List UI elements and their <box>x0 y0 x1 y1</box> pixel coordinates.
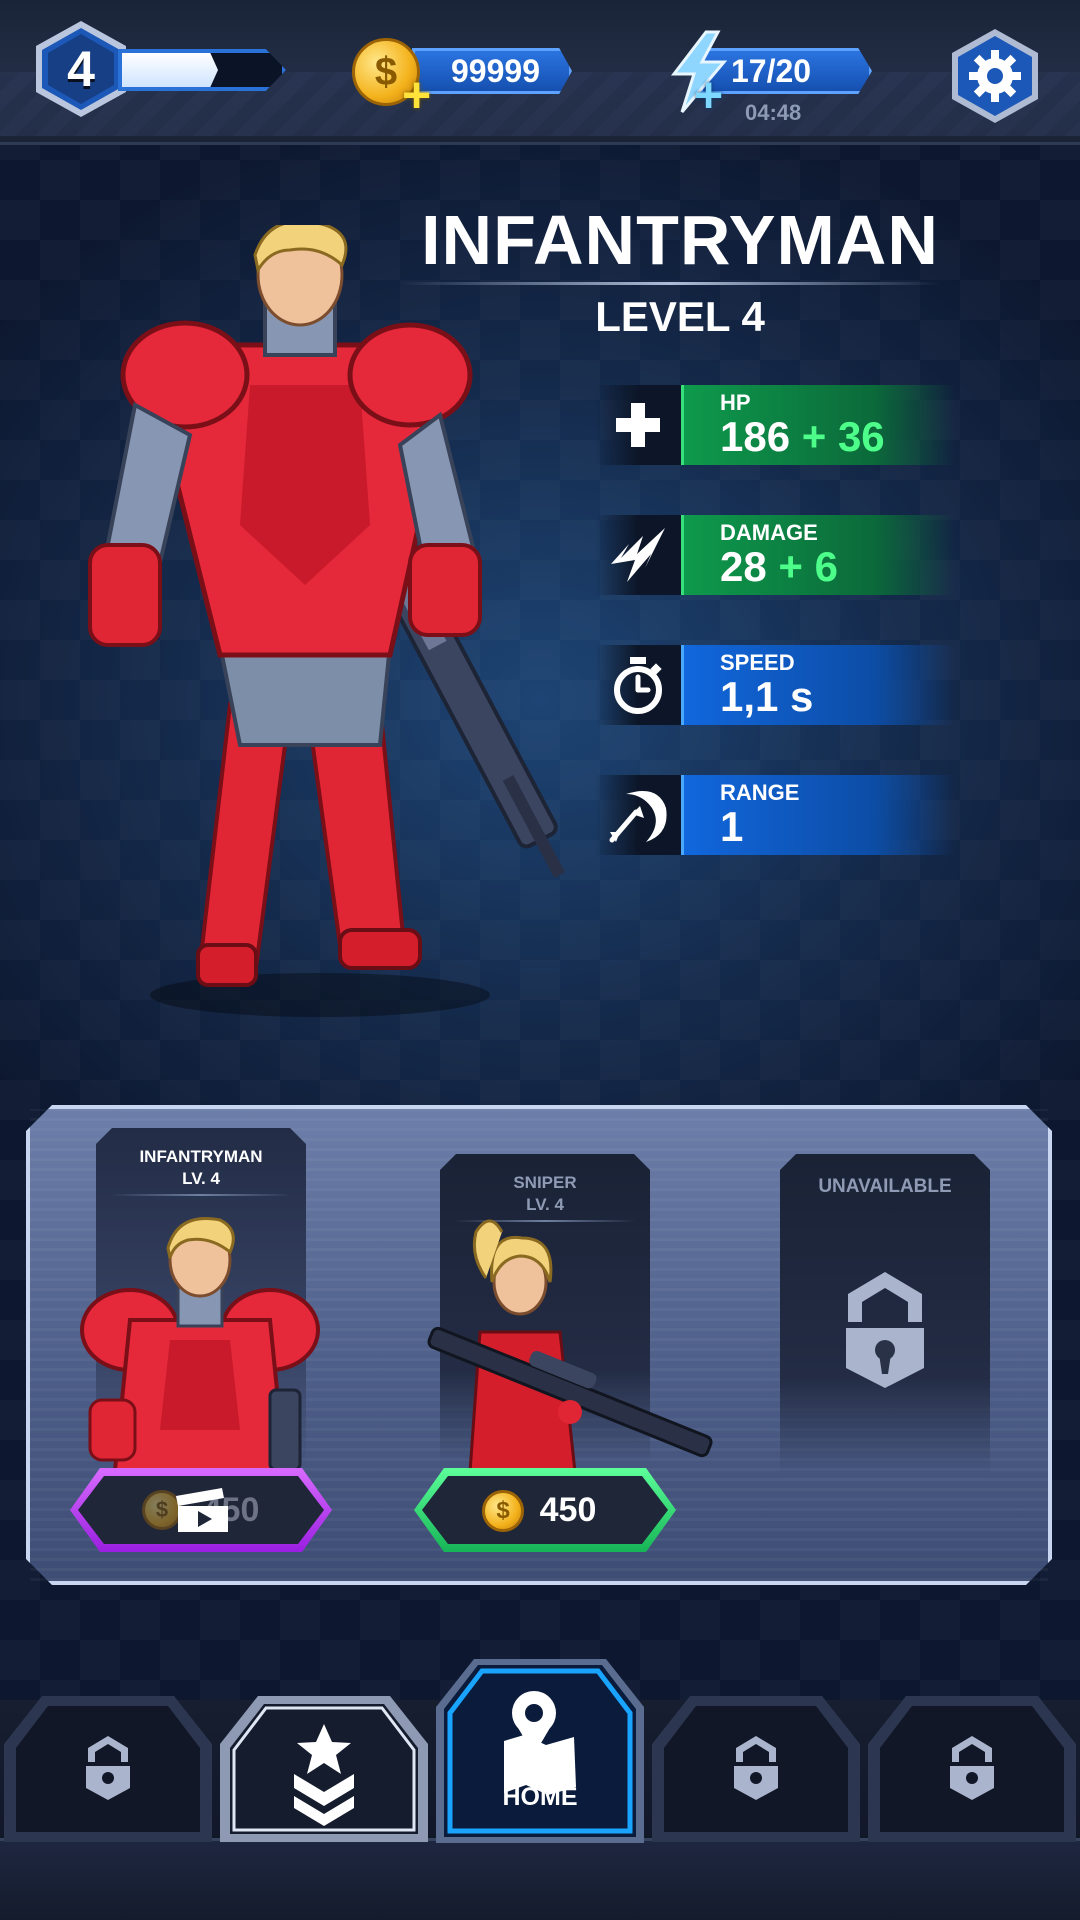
energy-timer: 04:48 <box>745 100 802 125</box>
card-sniper-name: SNIPER <box>513 1173 577 1192</box>
video-clapper-icon <box>176 1488 228 1532</box>
hero-level: LEVEL 4 <box>595 293 765 340</box>
nav-tab-locked-1[interactable] <box>2 1692 214 1844</box>
energy-amount: 17/20 <box>731 52 812 89</box>
buy-button[interactable]: 450 <box>414 1468 676 1552</box>
stat-speed-label: SPEED <box>720 650 795 675</box>
stat-damage-value: 28 <box>720 543 767 590</box>
stat-hp-bonus: + 36 <box>801 413 885 460</box>
coin-counter[interactable]: 99999 <box>412 48 572 94</box>
stat-speed: SPEED 1,1 s <box>595 645 955 725</box>
coin-amount: 99999 <box>451 52 540 89</box>
infantryman-portrait <box>80 1217 320 1470</box>
plus-icon <box>616 403 660 447</box>
hero-name: INFANTRYMAN <box>421 201 939 279</box>
nav-tab-locked-3[interactable] <box>866 1692 1078 1844</box>
range-icon <box>609 791 667 843</box>
stat-damage-bonus: + 6 <box>778 543 838 590</box>
stat-range-label: RANGE <box>720 780 800 805</box>
nav-tab-locked-2[interactable] <box>650 1692 862 1844</box>
stat-hp-value: 186 <box>720 413 791 460</box>
hero-name-divider <box>400 282 940 285</box>
card-infantryman-name: INFANTRYMAN <box>139 1147 263 1166</box>
xp-progress-fill <box>122 53 218 87</box>
card-infantryman-level: LV. 4 <box>182 1169 220 1188</box>
stat-damage-label: DAMAGE <box>720 520 818 545</box>
lock-icon <box>846 1272 924 1388</box>
buy-price: 450 <box>539 1490 597 1529</box>
settings-button[interactable] <box>945 26 1045 126</box>
stopwatch-icon <box>614 657 662 714</box>
stat-hp-label: HP <box>720 390 751 415</box>
infantryman-character-art <box>88 225 566 1017</box>
stat-damage: DAMAGE 28 + 6 <box>595 515 955 595</box>
add-energy-icon[interactable]: + <box>694 70 723 120</box>
sniper-portrait <box>427 1219 713 1472</box>
stat-speed-value: 1,1 s <box>720 673 814 720</box>
stat-hp: HP 186 + 36 <box>595 385 955 465</box>
nav-home-label: HOME <box>502 1783 578 1811</box>
stat-range: RANGE 1 <box>595 775 955 855</box>
bottom-nav-rail <box>0 1838 1080 1920</box>
card-unavailable-label: UNAVAILABLE <box>818 1176 952 1197</box>
xp-progress-bar <box>118 49 286 91</box>
add-coins-icon[interactable]: + <box>402 70 431 120</box>
stat-range-value: 1 <box>720 803 744 850</box>
nav-tab-home[interactable] <box>434 1655 646 1845</box>
damage-icon <box>611 528 665 582</box>
coin-icon-buy: $ <box>482 1490 524 1532</box>
player-level: 4 <box>67 41 95 97</box>
nav-tab-rank[interactable] <box>218 1692 430 1844</box>
